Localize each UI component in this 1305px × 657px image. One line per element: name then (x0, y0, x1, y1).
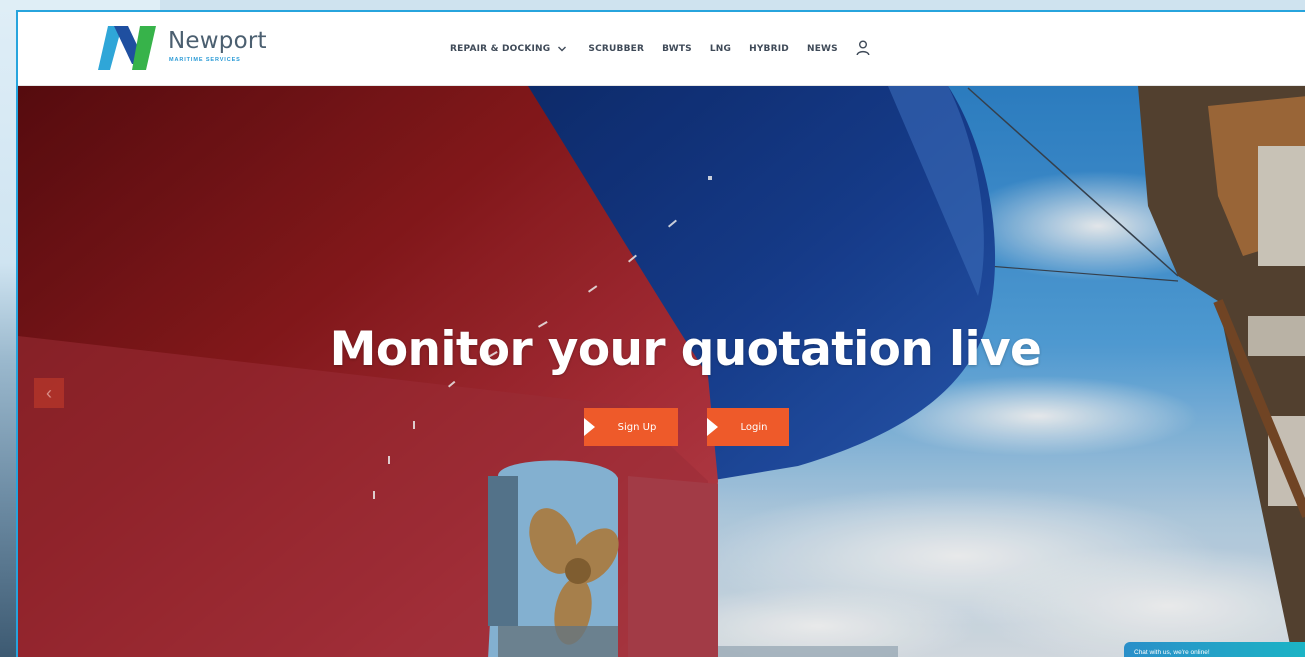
nav-item-news[interactable]: NEWS (807, 44, 838, 54)
logo-n-mark-icon (98, 26, 156, 70)
main-nav: REPAIR & DOCKING SCRUBBER BWTS LNG HYBRI… (450, 40, 870, 56)
nav-item-label: HYBRID (749, 44, 789, 54)
nav-item-label: BWTS (662, 44, 692, 54)
chevron-down-icon (558, 46, 567, 52)
hero-banner: ‹ Monitor your quotation live Sign Up Lo… (18, 86, 1305, 657)
user-icon[interactable] (856, 40, 870, 56)
live-chat-tab[interactable]: Chat with us, we're online! (1124, 642, 1305, 657)
site-logo[interactable]: Newport MARITIME SERVICES (98, 26, 268, 72)
nav-item-label: SCRUBBER (588, 44, 645, 54)
nav-item-scrubber[interactable]: SCRUBBER (588, 44, 644, 54)
nav-item-label: LNG (709, 44, 732, 54)
nav-item-label: REPAIR & DOCKING (450, 44, 551, 54)
nav-item-label: NEWS (806, 44, 838, 54)
brand-name: Newport (168, 28, 267, 54)
site-header: Newport MARITIME SERVICES REPAIR & DOCKI… (18, 12, 1305, 86)
slider-prev-button[interactable]: ‹ (34, 378, 64, 408)
login-button[interactable]: Login (707, 408, 789, 446)
nav-item-lng[interactable]: LNG (710, 44, 731, 54)
chevron-left-icon: ‹ (46, 382, 52, 403)
sign-up-button[interactable]: Sign Up (584, 408, 678, 446)
browser-viewport: Newport MARITIME SERVICES REPAIR & DOCKI… (16, 10, 1305, 657)
brand-tagline: MARITIME SERVICES (169, 57, 241, 63)
nav-item-bwts[interactable]: BWTS (662, 44, 692, 54)
arrow-right-icon (707, 418, 718, 436)
chat-label: Chat with us, we're online! (1134, 649, 1210, 656)
nav-item-hybrid[interactable]: HYBRID (749, 44, 789, 54)
nav-item-repair-docking[interactable]: REPAIR & DOCKING (450, 44, 567, 54)
login-label: Login (740, 421, 768, 433)
hero-headline: Monitor your quotation live (329, 322, 1042, 377)
sign-up-label: Sign Up (617, 421, 657, 433)
arrow-right-icon (584, 418, 595, 436)
